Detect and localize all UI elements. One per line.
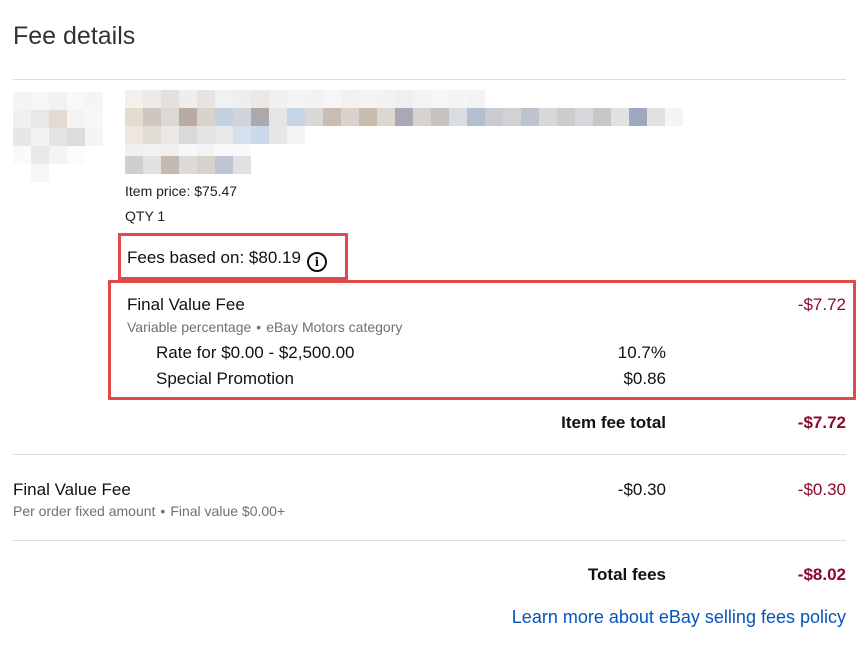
order-fee-subtitle: Per order fixed amount • Final value $0.00… [13, 503, 285, 519]
fees-policy-link[interactable]: Learn more about eBay selling fees polic… [512, 607, 846, 628]
divider [13, 454, 846, 455]
item-thumbnail [13, 92, 108, 192]
order-fee-type-label: Per order fixed amount [13, 503, 156, 519]
divider [13, 540, 846, 541]
item-title-redacted [125, 90, 705, 176]
final-value-fee-subtitle: Variable percentage • eBay Motors category [127, 319, 402, 335]
final-value-fee-amount: -$7.72 [797, 295, 846, 314]
bullet-separator: • [160, 503, 166, 519]
order-fee-amount: -$0.30 [797, 480, 846, 499]
fee-category-label: eBay Motors category [266, 319, 403, 335]
order-fee-mid-amount: -$0.30 [617, 480, 666, 499]
divider [13, 79, 846, 80]
rate-value: 10.7% [617, 343, 666, 362]
item-fee-total-amount: -$7.72 [797, 413, 846, 432]
item-price: Item price: $75.47 [125, 183, 238, 199]
order-fee-title: Final Value Fee [13, 480, 131, 499]
fee-type-label: Variable percentage [127, 319, 252, 335]
item-quantity: QTY 1 [125, 208, 166, 224]
special-promotion-value: $0.86 [623, 369, 666, 388]
special-promotion-label: Special Promotion [156, 369, 294, 388]
page-title: Fee details [13, 22, 136, 50]
info-icon[interactable]: i [306, 252, 327, 272]
fees-based-on-label: Fees based on: $80.19 [127, 248, 301, 267]
item-fee-total-label: Item fee total [561, 413, 666, 432]
final-value-fee-title: Final Value Fee [127, 295, 245, 314]
bullet-separator: • [256, 319, 262, 335]
fees-based-on: Fees based on: $80.19 i [127, 248, 327, 272]
order-fee-threshold-label: Final value $0.00+ [170, 503, 286, 519]
rate-label: Rate for $0.00 - $2,500.00 [156, 343, 355, 362]
total-fees-label: Total fees [587, 565, 666, 584]
total-fees-amount: -$8.02 [797, 565, 846, 584]
